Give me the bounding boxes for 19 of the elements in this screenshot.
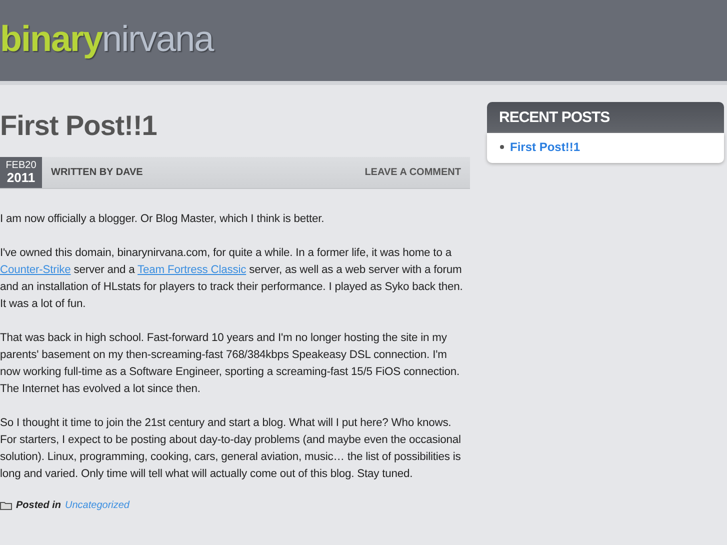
comment-link[interactable]: LEAVE A COMMENT [364, 167, 461, 178]
text-link[interactable]: Counter-Strike [0, 264, 71, 276]
logo-text[interactable]: binary [0, 18, 102, 60]
bullet-icon [500, 145, 504, 149]
posted-in-label: Posted in [16, 500, 62, 511]
widget-title: RECENT POSTS [487, 102, 724, 133]
post-title: First Post!!1 [0, 109, 158, 143]
logo-text[interactable]: nirvana [102, 18, 214, 60]
paragraph: That was back in high school. Fast-forward 10 years and I'm no longer hosting the site in my parents' basement on my then-screaming-fast 768/384kbps Speakeasy DSL connection. I'm now working full-time as a Software Engineer, sporting a screaming-fast 15/5 FiOS connection. The Internet has evolved a lot since then. [0, 331, 461, 397]
year-text: 2011 [6, 171, 36, 185]
paragraph: I am now officially a blogger. Or Blog Master, which I think is better. [0, 212, 326, 227]
text-link[interactable]: Team Fortress Classic [138, 264, 246, 276]
byline: WRITTEN BY DAVE [51, 167, 143, 178]
folder-icon [0, 501, 12, 510]
paragraph: So I thought it time to join the 21st century and start a blog. What will I put here? Who knows. For starters, I expect to be posting about day-to-day problems (and maybe even the occasional solution). Linux, programming, cooking, cars, general aviation, music… the list of possibilities is long and varied. Only time will tell what will actually come out of this blog. Stay tuned. [0, 416, 462, 482]
paragraph: I've owned this domain, binarynirvana.com, for quite a while. In a former life, it was home to a Counter-Strike server and a Team Fortress Classic server, as well as a web server with a forum and an installation of HLstats for players to track their performance. I played as Syko back then. It was a lot of fun. [0, 246, 464, 312]
category-link[interactable]: Uncategorized [65, 500, 130, 511]
recent-post-link[interactable]: First Post!!1 [510, 140, 580, 154]
date-text: FEB20 [6, 160, 36, 171]
